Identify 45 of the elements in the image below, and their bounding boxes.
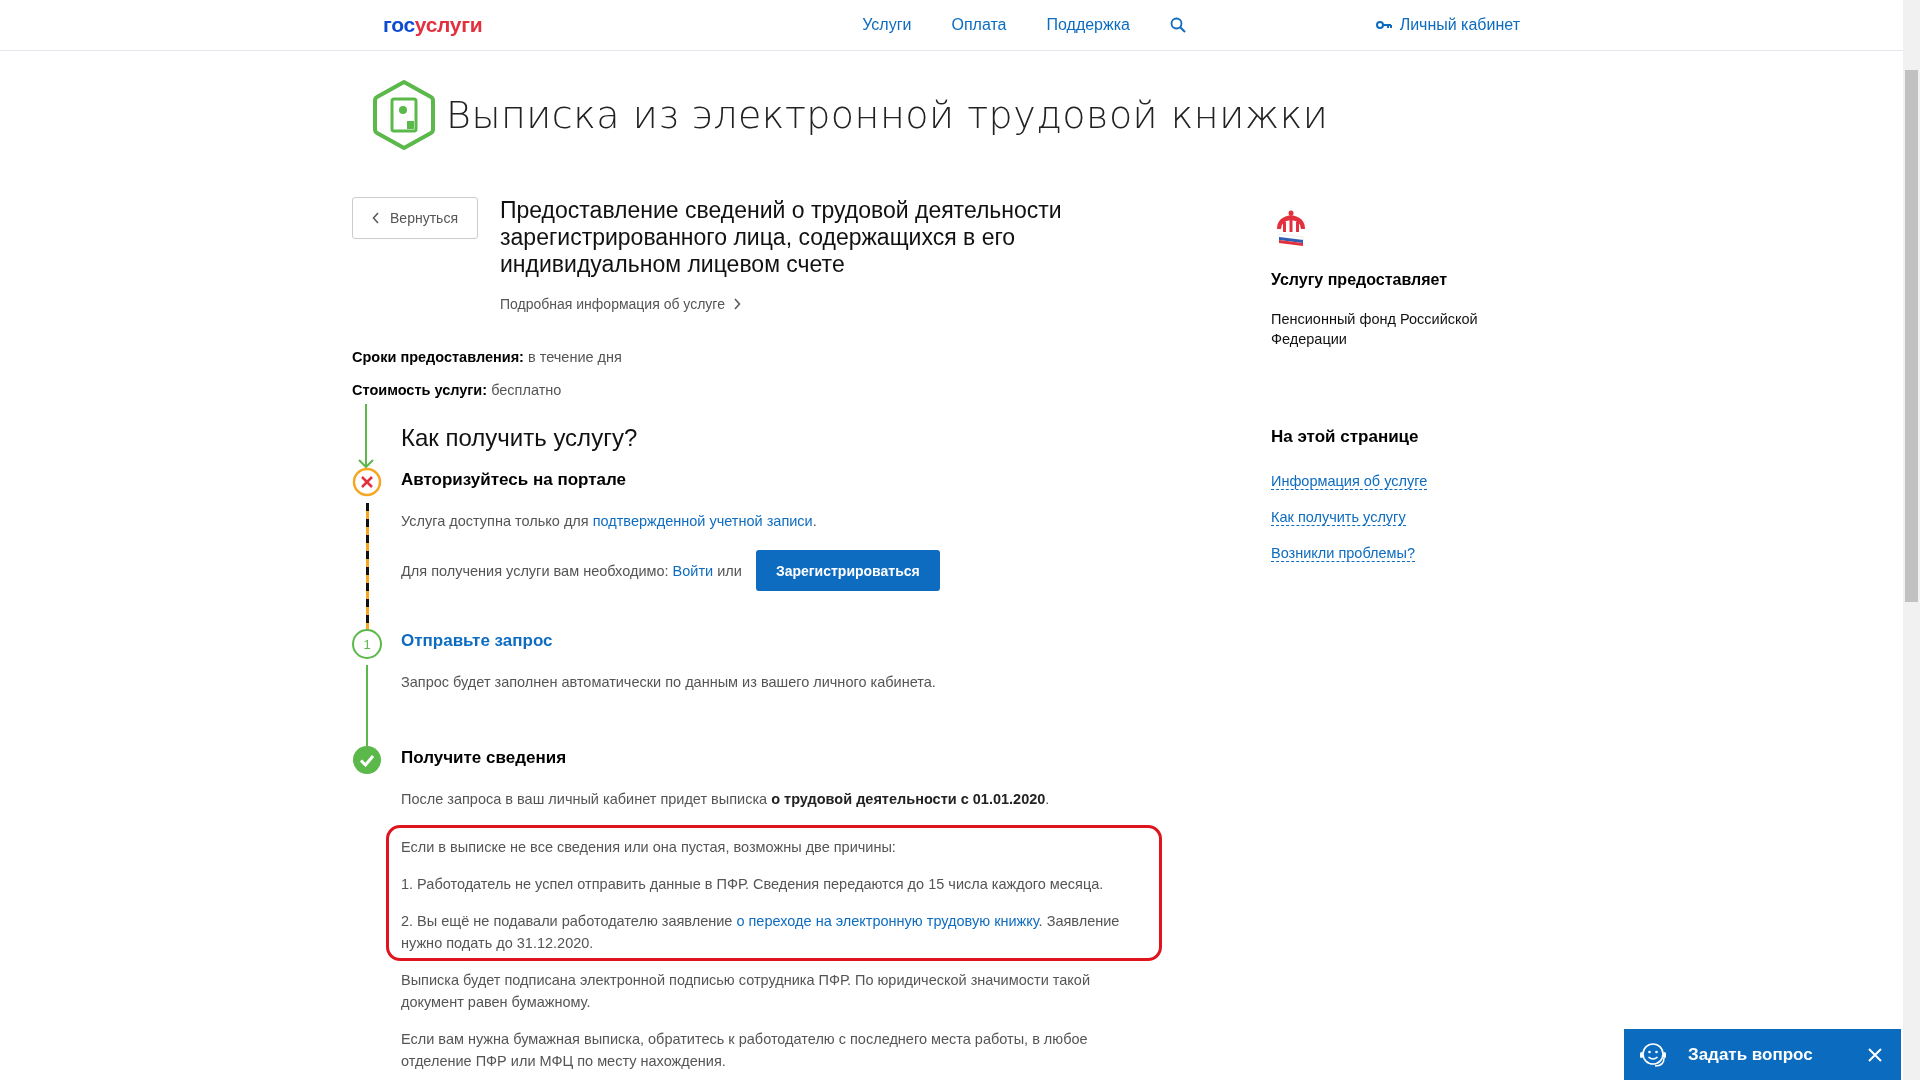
- step-text: Если вам нужна бумажная выписка, обратитесь к работодателю с последнего места работы, в любое отделение ПФР или МФЦ по месту нахождения.: [401, 1030, 1089, 1071]
- account-link[interactable]: Личный кабинет: [1375, 16, 1520, 34]
- search-icon[interactable]: [1169, 17, 1186, 33]
- step-title: Получите сведения: [401, 748, 568, 768]
- anchor-link[interactable]: Возникли проблемы?: [1271, 545, 1416, 562]
- step-number: 1: [352, 629, 382, 659]
- step-text: Выписка будет подписана электронной подписью сотрудника ПФР. По юридической значимости такой документ равен бумажному.: [401, 971, 1091, 1012]
- login-link[interactable]: Войти: [672, 562, 714, 579]
- on-page-heading: На этой странице: [1271, 427, 1420, 447]
- ask-question-button[interactable]: Задать вопрос: [1688, 1044, 1813, 1065]
- step-text: 1. Работодатель не успел отправить данные в ПФР. Сведения передаются до 15 числа каждого месяца.: [401, 875, 1105, 894]
- step-text: 2. Вы ещё не подавали работодателю заявление о переходе на электронную трудовую книжку. Заявление нужно подать до 31.12.2020.: [401, 912, 1121, 953]
- scrollbar[interactable]: [1903, 0, 1920, 1080]
- anchor-link[interactable]: Информация об услуге: [1271, 473, 1428, 490]
- step-title[interactable]: Отправьте запрос: [401, 631, 1172, 651]
- step-text: Услуга доступна только для подтвержденной учетной записи.: [401, 512, 818, 531]
- service-fact: Сроки предоставления: в течение дня: [352, 349, 623, 365]
- text-link[interactable]: о переходе на электронную трудовую книжку: [736, 913, 1039, 929]
- provider-name: Пенсионный фонд Российской Федерации: [1271, 310, 1479, 349]
- nav-link[interactable]: Поддержка: [1046, 16, 1130, 34]
- back-button[interactable]: Вернуться: [352, 197, 478, 239]
- section-heading: Как получить услугу?: [401, 424, 638, 453]
- step-text: Для получения услуги вам необходимо: Войти или: [401, 561, 742, 581]
- register-button[interactable]: Зарегистрироваться: [755, 550, 940, 591]
- service-title: Предоставление сведений о трудовой деятельности зарегистрированного лица, содержащихся в его индивидуальном лицевом счете: [500, 197, 1063, 278]
- chevron-left-icon: [372, 212, 381, 224]
- key-icon: [1375, 20, 1392, 30]
- logo[interactable]: госуслуги: [383, 13, 483, 37]
- step-text: Запрос будет заполнен автоматически по данным из вашего личного кабинета.: [401, 673, 937, 692]
- page-title: Выписка из электронной трудовой книжки: [446, 93, 1329, 137]
- nav-link[interactable]: Оплата: [951, 16, 1007, 34]
- chevron-right-icon: [732, 298, 741, 310]
- step-text: Если в выписке не все сведения или она пустая, возможны две причины:: [401, 838, 897, 857]
- text-link[interactable]: подтвержденной учетной записи: [592, 513, 813, 529]
- error-icon: [352, 467, 382, 497]
- nav-link[interactable]: Услуги: [862, 16, 912, 34]
- document-badge-icon: [372, 79, 436, 151]
- details-link[interactable]: Подробная информация об услуге: [500, 296, 741, 312]
- close-icon[interactable]: [1867, 1046, 1883, 1063]
- step-title: Авторизуйтесь на портале: [401, 470, 627, 490]
- down-arrow-icon: [358, 404, 374, 470]
- service-fact: Стоимость услуги: бесплатно: [352, 382, 563, 398]
- anchor-link[interactable]: Как получить услугу: [1271, 509, 1406, 526]
- step-text: После запроса в ваш личный кабинет придет выписка о трудовой деятельности с 01.01.2020.: [401, 790, 1051, 809]
- provider-heading: Услугу предоставляет: [1271, 271, 1449, 289]
